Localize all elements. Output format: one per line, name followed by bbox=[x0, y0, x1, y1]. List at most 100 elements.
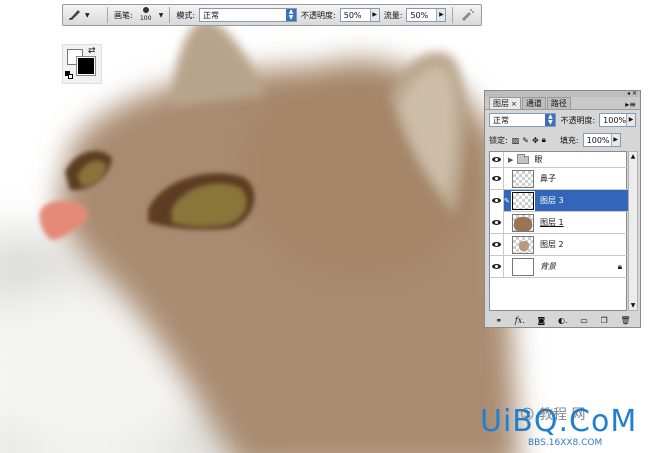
layer-name: 图层 2 bbox=[540, 240, 564, 249]
layer-thumbnail bbox=[512, 169, 534, 188]
layers-scrollbar[interactable]: ▲ ▼ bbox=[628, 151, 638, 311]
tool-preset-picker[interactable]: ▼ bbox=[67, 6, 101, 24]
opacity-input[interactable]: 50% ▶ bbox=[339, 8, 380, 22]
flow-input[interactable]: 50% ▶ bbox=[406, 8, 447, 22]
tab-paths[interactable]: 路径 bbox=[546, 97, 571, 109]
visibility-toggle[interactable] bbox=[490, 255, 504, 278]
visibility-toggle[interactable] bbox=[490, 189, 504, 212]
panel-controls-icon[interactable]: ◂ ✕ bbox=[627, 90, 637, 97]
flow-slider-arrow-icon[interactable]: ▶ bbox=[436, 9, 446, 21]
layer-thumbnail bbox=[511, 190, 535, 211]
chevron-down-icon: ▼ bbox=[85, 11, 90, 19]
eye-icon bbox=[492, 176, 501, 181]
blend-mode-value: 正常 bbox=[493, 115, 509, 125]
adjustment-layer-icon[interactable]: ◐. bbox=[558, 316, 568, 325]
lock-all-icon[interactable]: 🔒︎ bbox=[542, 135, 546, 145]
layer-3[interactable]: ✎ 图层 3 bbox=[490, 189, 628, 212]
layer-style-fx-icon[interactable]: fx. bbox=[515, 316, 525, 325]
scroll-up-icon[interactable]: ▲ bbox=[629, 152, 637, 161]
brush-picker-chevron-icon[interactable]: ▼ bbox=[159, 12, 164, 19]
eye-icon bbox=[492, 220, 501, 225]
visibility-toggle[interactable] bbox=[490, 233, 504, 256]
select-arrows-icon: ▲ ▼ bbox=[545, 114, 556, 126]
opacity-label: 不透明度: bbox=[301, 10, 336, 20]
lock-buttons: ▨ ✎ ✥ 🔒︎ bbox=[512, 135, 546, 145]
layer-group-eyes[interactable]: ▶ 眼 bbox=[490, 151, 628, 168]
layer-name: 背景 bbox=[540, 262, 556, 271]
fill-value: 100% bbox=[586, 135, 610, 145]
separator bbox=[169, 7, 171, 23]
layer-thumbnail bbox=[512, 257, 534, 276]
scroll-down-icon[interactable]: ▼ bbox=[629, 301, 637, 310]
new-group-icon[interactable]: ▭ bbox=[580, 316, 588, 325]
layer-thumbnail bbox=[512, 213, 534, 232]
color-swatches: ⇄ bbox=[62, 44, 102, 84]
lock-transparency-icon[interactable]: ▨ bbox=[512, 136, 520, 145]
tab-layers[interactable]: 图层 × bbox=[489, 97, 521, 109]
layer-background[interactable]: 背景 🔒︎ bbox=[490, 255, 628, 278]
eye-icon bbox=[492, 264, 501, 269]
fill-input[interactable]: 100% ▶ bbox=[582, 133, 621, 147]
panel-menu-icon[interactable]: ▸≡ bbox=[625, 100, 636, 109]
separator bbox=[107, 7, 108, 23]
layer-2[interactable]: 图层 2 bbox=[490, 233, 628, 256]
tab-channels[interactable]: 通道 bbox=[521, 97, 546, 109]
brush-label: 画笔: bbox=[114, 10, 133, 20]
options-bar: ▼ 画笔: 100 ▼ 模式: 正常 ▲ ▼ 不透明度: 50% ▶ 流量: 50… bbox=[62, 4, 482, 26]
visibility-toggle[interactable] bbox=[490, 167, 504, 190]
visibility-toggle[interactable] bbox=[490, 151, 504, 168]
eye-icon bbox=[492, 157, 501, 162]
layer-nose[interactable]: 鼻子 bbox=[490, 167, 628, 190]
watermark-overlay: ☺ 教程 网 bbox=[520, 407, 586, 423]
flow-value: 50% bbox=[410, 10, 429, 20]
brush-picker[interactable]: 100 bbox=[137, 5, 155, 25]
layer-1[interactable]: 图层 1 bbox=[490, 211, 628, 234]
layer-opacity-value: 100% bbox=[603, 115, 627, 125]
layer-opacity-label: 不透明度: bbox=[560, 115, 596, 125]
layer-thumbnail bbox=[512, 235, 534, 254]
lock-row: 锁定: ▨ ✎ ✥ 🔒︎ 填充: 100% ▶ bbox=[485, 130, 640, 150]
visibility-toggle[interactable] bbox=[490, 211, 504, 234]
default-colors-icon[interactable] bbox=[65, 71, 73, 79]
flow-label: 流量: bbox=[383, 10, 403, 20]
lock-label: 锁定: bbox=[489, 135, 508, 145]
swap-colors-icon[interactable]: ⇄ bbox=[88, 46, 96, 56]
panel-titlebar[interactable]: ◂ ✕ bbox=[485, 90, 640, 97]
opacity-slider-arrow-icon[interactable]: ▶ bbox=[369, 9, 379, 21]
folder-icon bbox=[517, 153, 530, 164]
foreground-color-swatch[interactable] bbox=[76, 56, 96, 76]
mode-select[interactable]: 正常 ▲ ▼ bbox=[199, 8, 298, 22]
panel-tabs: 图层 × 通道 路径 ▸≡ bbox=[485, 97, 640, 110]
tab-paths-label: 路径 bbox=[550, 99, 567, 108]
watermark-url: BBS.16XX8.COM bbox=[528, 438, 603, 448]
tab-layers-label: 图层 bbox=[493, 99, 509, 108]
expand-triangle-icon[interactable]: ▶ bbox=[508, 156, 513, 164]
layer-name: 图层 1 bbox=[540, 218, 564, 227]
select-arrows-icon: ▲ ▼ bbox=[286, 9, 297, 21]
layer-opacity-input[interactable]: 100% ▶ bbox=[599, 113, 636, 127]
panel-footer: ⚭ fx. ◙ ◐. ▭ ❐ 🗑︎ bbox=[489, 313, 637, 327]
tab-channels-label: 通道 bbox=[525, 99, 542, 108]
fill-slider-arrow-icon[interactable]: ▶ bbox=[610, 134, 620, 146]
link-layers-icon[interactable]: ⚭ bbox=[495, 316, 502, 325]
brush-size: 100 bbox=[139, 15, 152, 22]
trash-icon[interactable]: 🗑︎ bbox=[620, 316, 630, 325]
new-layer-icon[interactable]: ❐ bbox=[601, 316, 608, 325]
lock-icon: 🔒︎ bbox=[617, 261, 622, 271]
lock-position-icon[interactable]: ✥ bbox=[532, 136, 539, 145]
layer-name: 图层 3 bbox=[540, 196, 564, 205]
airbrush-toggle-icon[interactable] bbox=[459, 6, 475, 24]
brush-tip-icon bbox=[142, 7, 149, 13]
brush-tool-icon bbox=[67, 6, 83, 24]
blend-mode-select[interactable]: 正常 ▲ ▼ bbox=[489, 113, 557, 127]
eye-icon bbox=[492, 242, 501, 247]
separator bbox=[452, 7, 454, 23]
eye-icon bbox=[492, 198, 501, 203]
lock-image-icon[interactable]: ✎ bbox=[522, 136, 529, 145]
layer-name: 眼 bbox=[534, 155, 543, 164]
add-mask-icon[interactable]: ◙ bbox=[538, 316, 546, 325]
brush-indicator-icon: ✎ bbox=[504, 196, 510, 205]
blend-row: 正常 ▲ ▼ 不透明度: 100% ▶ bbox=[485, 110, 640, 130]
close-icon[interactable]: × bbox=[511, 100, 517, 108]
opacity-slider-arrow-icon[interactable]: ▶ bbox=[626, 114, 635, 126]
